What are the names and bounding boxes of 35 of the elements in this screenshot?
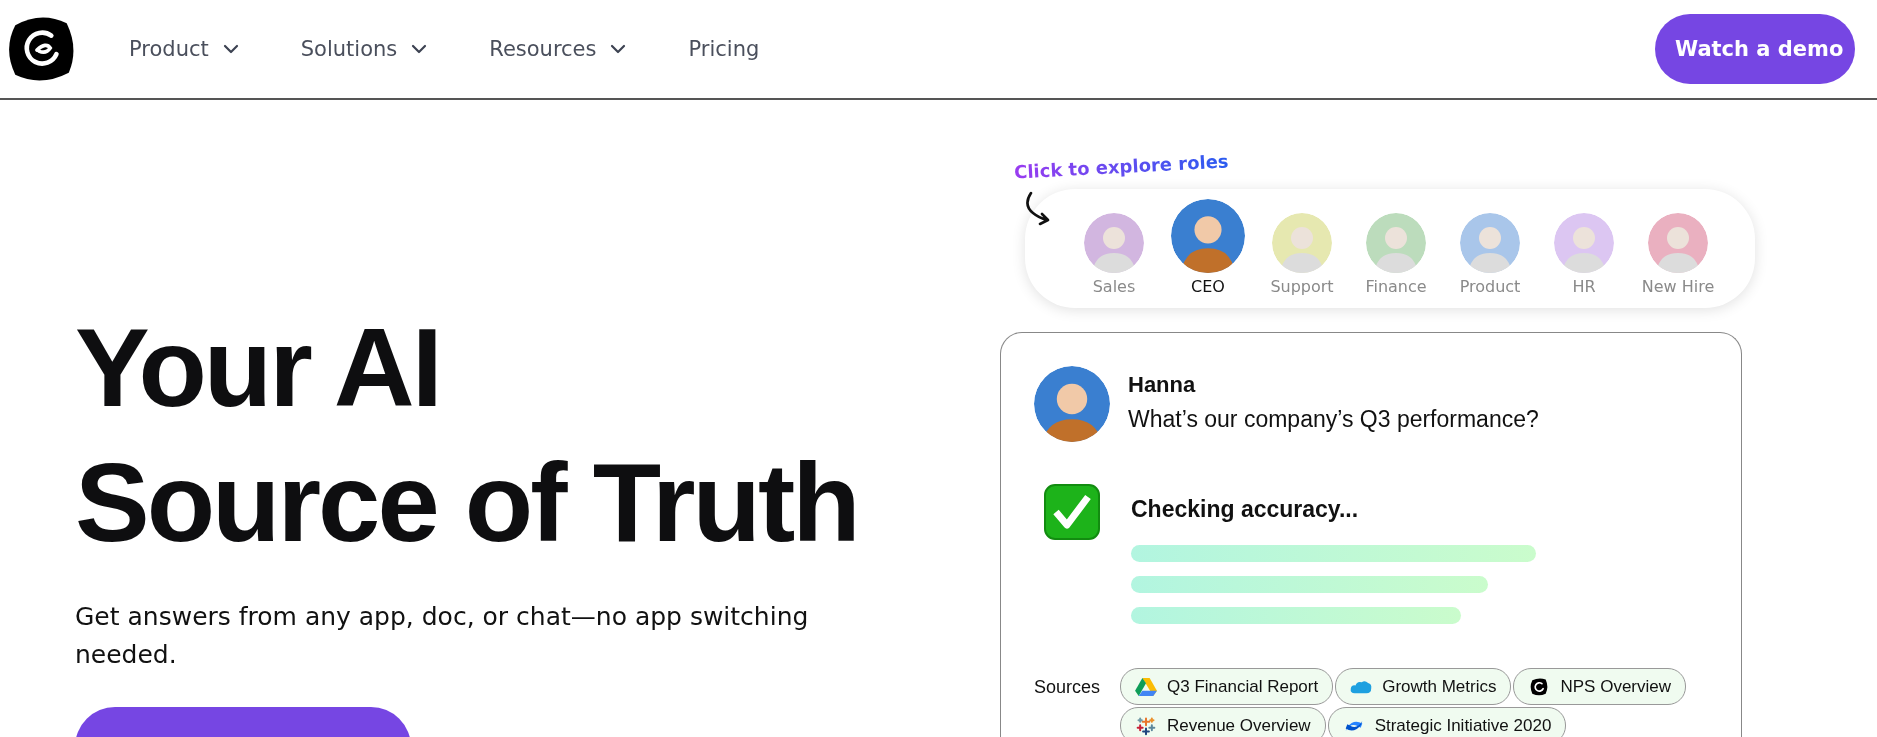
watch-demo-button[interactable]: Watch a demo bbox=[1655, 14, 1855, 84]
hero-subtitle: Get answers from any app, doc, or chat—no app switching needed. bbox=[75, 601, 810, 671]
role-option[interactable]: CEO bbox=[1161, 199, 1255, 296]
chevron-down-icon bbox=[610, 44, 627, 54]
user-name: Hanna bbox=[1128, 372, 1197, 398]
source-chip[interactable]: Growth Metrics bbox=[1335, 668, 1512, 705]
avatar bbox=[1460, 213, 1520, 273]
nav-link[interactable]: Pricing bbox=[688, 37, 760, 61]
role-option[interactable]: Sales bbox=[1067, 213, 1161, 296]
sources-label: Sources bbox=[1034, 677, 1102, 698]
status-text: Checking accuracy... bbox=[1131, 496, 1360, 523]
avatar bbox=[1084, 213, 1144, 273]
question-text: What’s our company’s Q3 performance? bbox=[1128, 406, 1539, 433]
avatar bbox=[1554, 213, 1614, 273]
role-option[interactable]: Finance bbox=[1349, 213, 1443, 296]
source-chip[interactable]: Strategic Initiative 2020 bbox=[1327, 707, 1567, 737]
source-chip[interactable]: Revenue Overview bbox=[1120, 707, 1326, 737]
chevron-down-icon bbox=[411, 44, 428, 54]
chevron-down-icon bbox=[222, 44, 239, 54]
nav-link[interactable]: Resources bbox=[489, 37, 627, 61]
source-chip[interactable]: NPS Overview bbox=[1513, 668, 1686, 705]
source-chip[interactable]: Q3 Financial Report bbox=[1120, 668, 1334, 705]
role-option[interactable]: HR bbox=[1537, 213, 1631, 296]
hero-title: Your AI bbox=[75, 304, 440, 432]
avatar bbox=[1648, 213, 1708, 273]
role-option[interactable]: Product bbox=[1443, 213, 1537, 296]
triangle-icon bbox=[1135, 676, 1157, 697]
plus-cluster-icon bbox=[1135, 715, 1157, 736]
role-option[interactable]: Support bbox=[1255, 213, 1349, 296]
avatar bbox=[1366, 213, 1426, 273]
hero-title: Source of Truth bbox=[75, 439, 858, 567]
nav-link[interactable]: Solutions bbox=[300, 37, 428, 61]
avatar bbox=[1272, 213, 1332, 273]
nav-link[interactable]: Product bbox=[129, 37, 239, 61]
check-icon bbox=[1044, 484, 1100, 540]
